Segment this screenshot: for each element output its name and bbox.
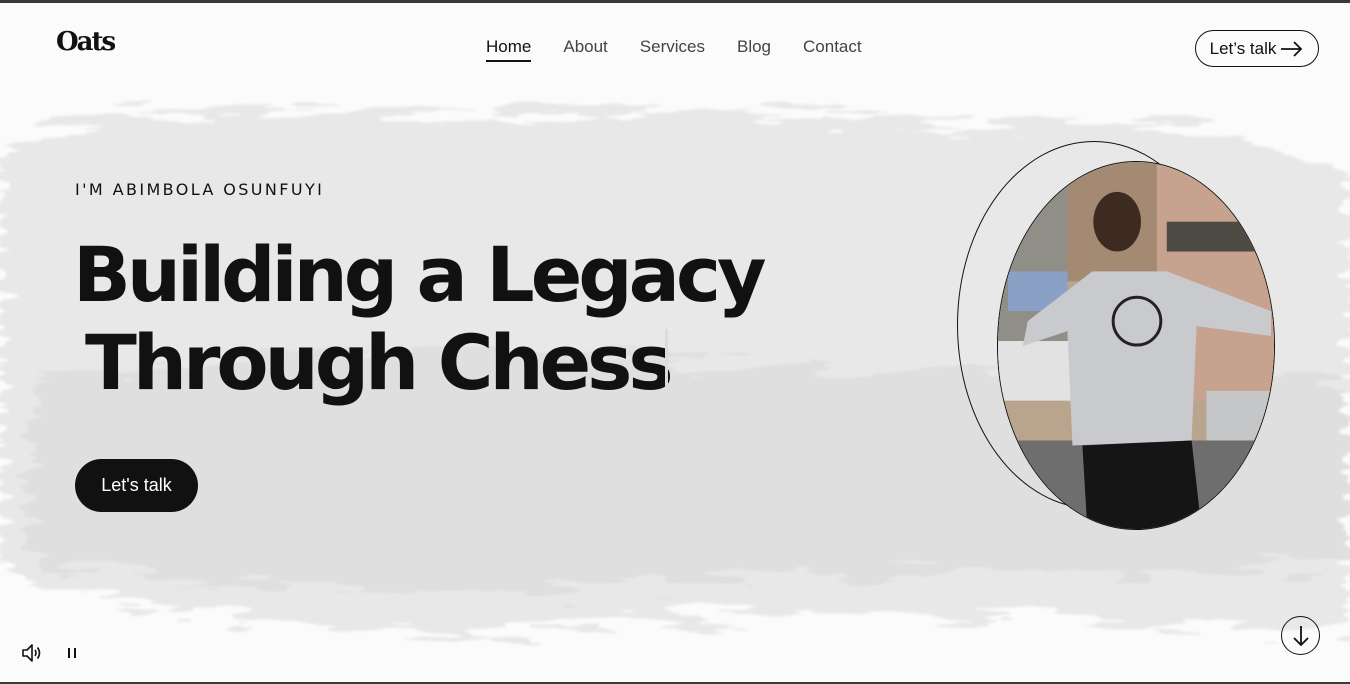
portrait-photo xyxy=(997,161,1275,530)
nav-item-home[interactable]: Home xyxy=(486,37,532,62)
arrow-right-icon xyxy=(1281,40,1303,57)
nav-item-services[interactable]: Services xyxy=(640,37,705,62)
nav-item-about[interactable]: About xyxy=(563,37,607,62)
pause-button[interactable] xyxy=(64,643,80,663)
header-talk-button[interactable]: Let’s talk xyxy=(1195,30,1319,67)
speaker-icon xyxy=(22,644,41,662)
portrait-illustration xyxy=(998,162,1274,529)
scroll-down-button[interactable] xyxy=(1281,616,1320,655)
hero-headline-line2: Through Chess xyxy=(85,318,674,407)
nav-item-contact[interactable]: Contact xyxy=(803,37,862,62)
header-talk-label: Let’s talk xyxy=(1209,38,1277,58)
hero-eyebrow: I'M ABIMBOLA OSUNFUYI xyxy=(75,180,325,199)
text-cursor xyxy=(665,329,668,389)
nav-item-blog[interactable]: Blog xyxy=(737,37,771,62)
hero-headline: Building a Legacy Through Chess xyxy=(73,230,767,407)
site-logo[interactable]: Oats xyxy=(56,27,116,57)
main-nav: Home About Services Blog Contact xyxy=(486,37,862,62)
hero-talk-button[interactable]: Let's talk xyxy=(75,459,198,512)
hero-headline-line1: Building a Legacy xyxy=(73,230,767,319)
page: Oats Home About Services Blog Contact Le… xyxy=(0,0,1350,684)
site-header: Oats Home About Services Blog Contact Le… xyxy=(0,3,1350,93)
portrait-frame xyxy=(955,139,1277,533)
arrow-down-icon xyxy=(1292,625,1309,646)
sound-toggle-button[interactable] xyxy=(20,641,44,665)
pause-icon xyxy=(68,648,76,658)
